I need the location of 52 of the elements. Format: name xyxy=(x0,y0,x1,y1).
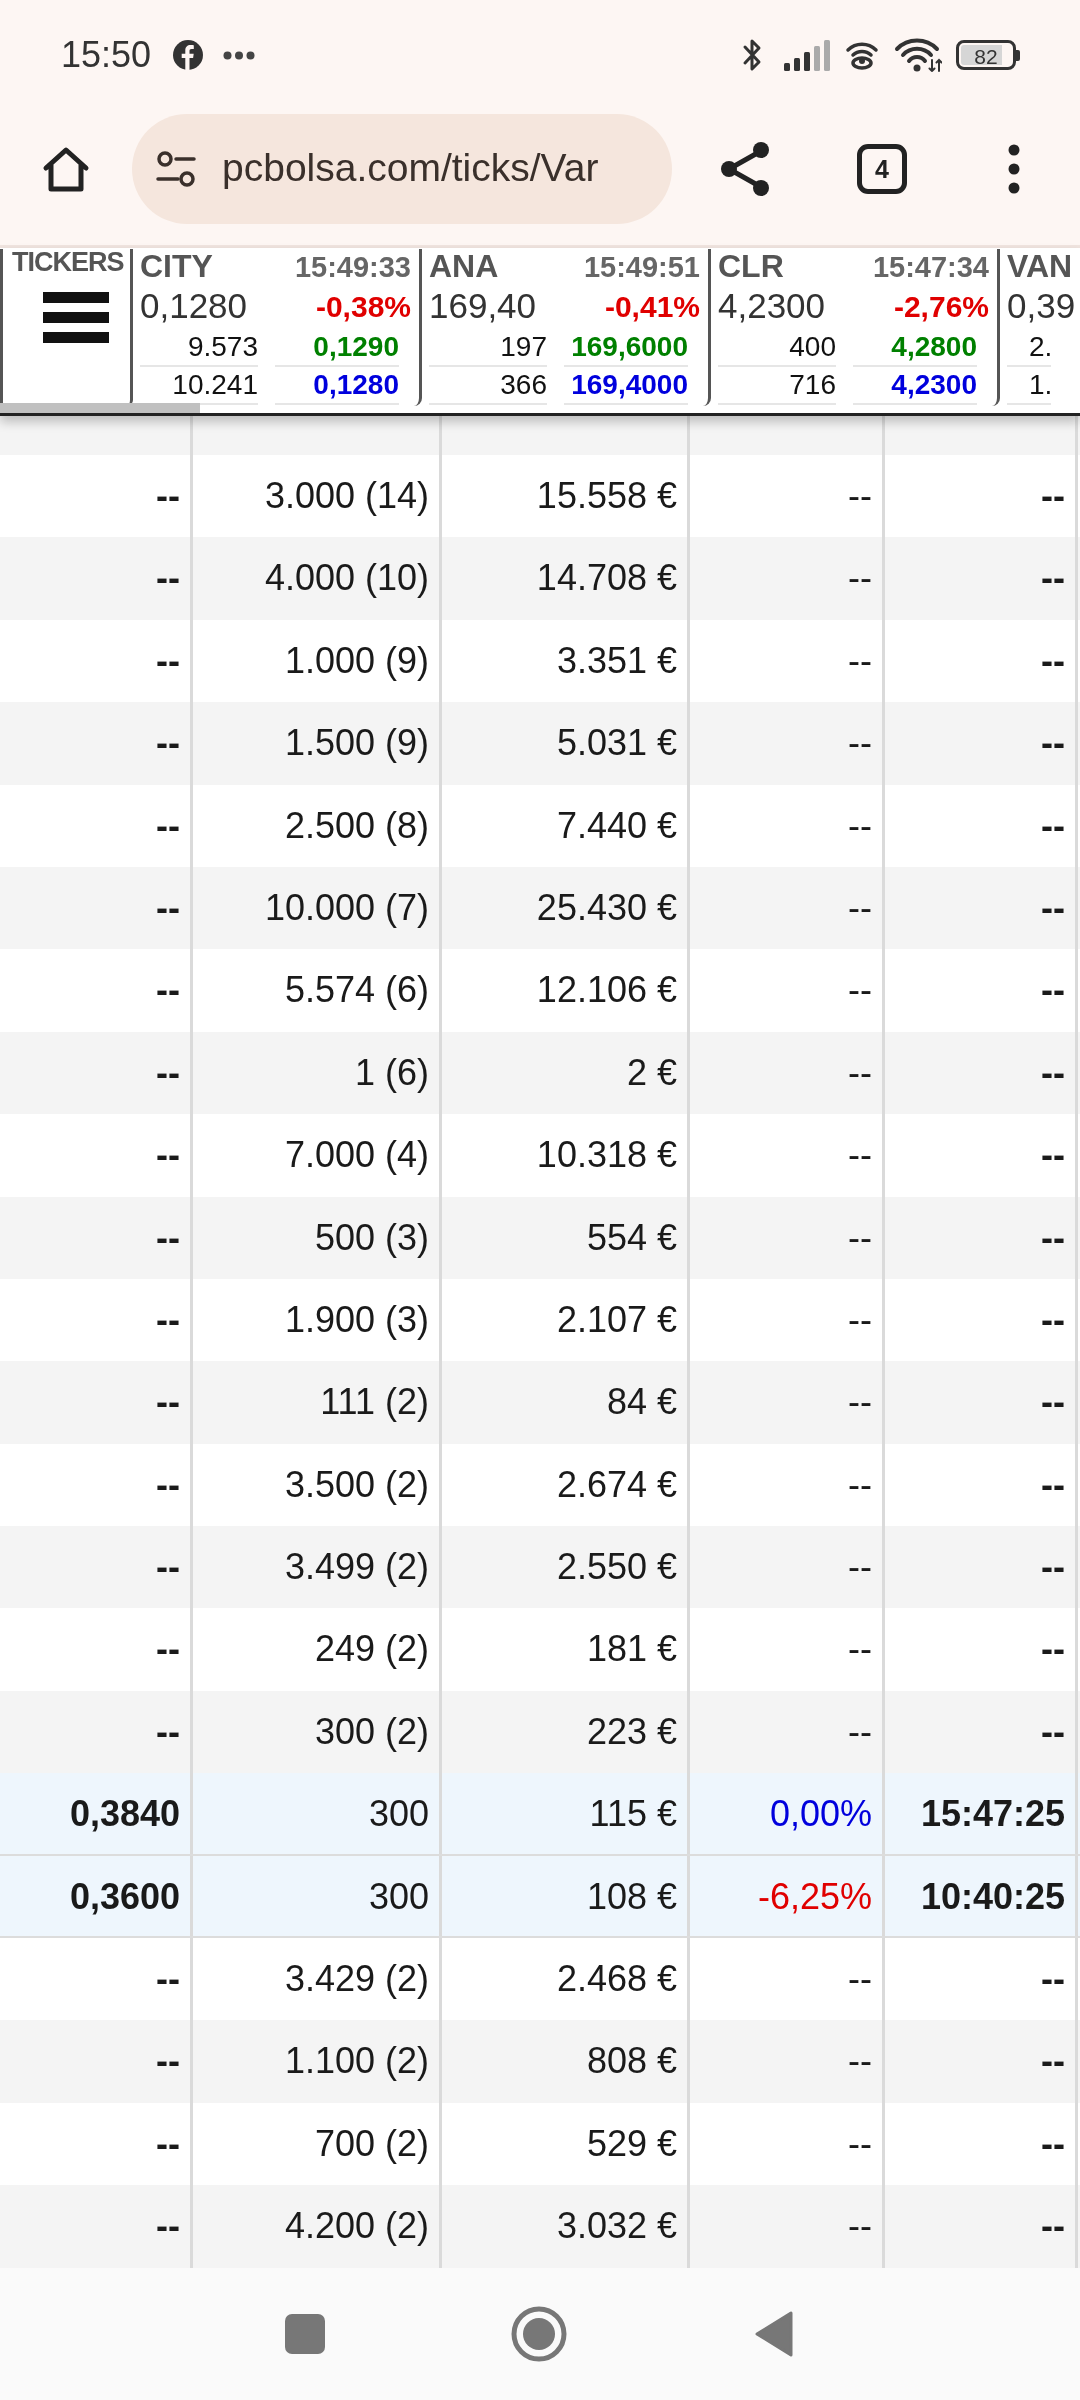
depth-price: 4,2800 xyxy=(853,329,977,367)
ticker-time: 15:47:34 xyxy=(872,250,989,283)
facebook-icon xyxy=(173,40,204,70)
depth-price: 169,4000 xyxy=(564,367,688,405)
ticker-symbol: VAN xyxy=(1007,249,1073,283)
ticker-price: 0,39 xyxy=(1007,285,1076,327)
recent-apps-icon[interactable] xyxy=(285,2314,325,2354)
ticker-change: -2,76% xyxy=(893,289,989,325)
depth-volume: 716 xyxy=(718,367,836,405)
depth-volume: 1. xyxy=(1007,367,1051,405)
address-bar[interactable]: pcbolsa.com/ticks/Var xyxy=(132,113,672,224)
ticker-symbol: CITY xyxy=(140,249,213,283)
ticker-price: 4,2300 xyxy=(718,285,826,327)
ticker-symbol: ANA xyxy=(429,249,499,283)
table-cell: 115 € xyxy=(442,1773,690,1854)
battery-indicator: 82 xyxy=(956,40,1020,70)
depth-volume: 197 xyxy=(429,329,547,367)
table-cell: 15:47:25 xyxy=(885,1773,1078,1854)
depth-volume: 9.573 xyxy=(140,329,258,367)
more-options-icon[interactable] xyxy=(1008,143,1020,194)
signal-icon xyxy=(784,39,830,71)
table-cell: 300 xyxy=(193,1773,442,1854)
depth-volume: 400 xyxy=(718,329,836,367)
menu-icon[interactable] xyxy=(43,292,109,344)
depth-volume: 366 xyxy=(429,367,547,405)
ticker-time: 15:49:51 xyxy=(583,250,700,283)
ticker-card[interactable]: VAN 0,39 2. 1. xyxy=(1000,249,1080,406)
status-time: 15:50 xyxy=(61,37,152,73)
ticker-price: 0,1280 xyxy=(140,285,248,327)
scrollbar-thumb[interactable] xyxy=(0,403,200,413)
ticker-price: 169,40 xyxy=(429,285,537,327)
ticker-symbol: CLR xyxy=(718,249,784,283)
depth-price: 0,1280 xyxy=(275,367,399,405)
depth-volume: 2. xyxy=(1007,329,1051,367)
wifi-icon xyxy=(894,38,942,72)
ticker-change: -0,41% xyxy=(604,289,700,325)
depth-price: 4,2300 xyxy=(853,367,977,405)
tab-switcher-button[interactable]: 4 xyxy=(857,143,907,194)
ticker-change: -0,38% xyxy=(315,289,411,325)
depth-price: 169,6000 xyxy=(564,329,688,367)
site-settings-icon[interactable] xyxy=(156,149,196,188)
ticker-card[interactable]: CLR 15:47:34 4,2300 -2,76% 400 4,2800 716 4,2300 xyxy=(711,249,1000,406)
back-icon[interactable] xyxy=(755,2311,793,2357)
share-icon[interactable] xyxy=(720,140,770,197)
bluetooth-icon xyxy=(742,38,762,72)
ticker-card[interactable]: ANA 15:49:51 169,40 -0,41% 197 169,6000 366 169,4000 xyxy=(422,249,711,406)
more-notifications-icon xyxy=(223,50,256,60)
tickers-label: TICKERS xyxy=(11,249,125,275)
ticker-time: 15:49:33 xyxy=(294,250,411,283)
depth-price: 0,1290 xyxy=(275,329,399,367)
table-cell: 0,3840 xyxy=(0,1773,193,1854)
table-cell: 0,00% xyxy=(690,1773,885,1854)
